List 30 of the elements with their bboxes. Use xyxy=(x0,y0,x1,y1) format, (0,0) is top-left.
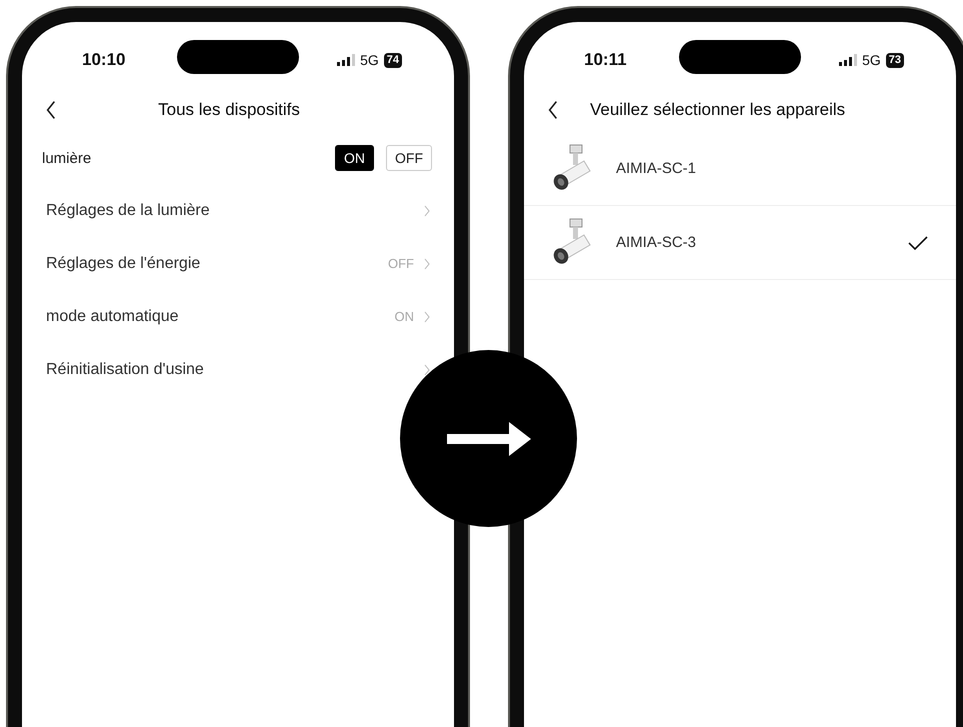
network-label: 5G xyxy=(360,52,379,68)
chevron-right-icon xyxy=(424,310,430,322)
chevron-right-icon xyxy=(424,204,430,216)
signal-icon xyxy=(337,54,356,66)
chevron-right-icon xyxy=(424,258,430,270)
device-name[interactable]: AIMIA-SC-3 xyxy=(616,234,886,251)
screen-title: Tous les dispositifs xyxy=(157,100,301,120)
setting-label[interactable]: Réglages de la lumière xyxy=(46,202,210,220)
setting-label[interactable]: mode automatique xyxy=(46,308,179,326)
chevron-right-icon xyxy=(424,364,430,376)
back-icon xyxy=(548,100,558,120)
setting-label: lumière xyxy=(42,150,92,166)
setting-value: ON xyxy=(394,309,414,324)
back-button[interactable] xyxy=(548,100,558,120)
back-button[interactable] xyxy=(46,100,56,120)
battery-indicator: 74 xyxy=(384,52,402,68)
battery-indicator: 73 xyxy=(886,52,904,68)
setting-label[interactable]: Réglages de l'énergie xyxy=(46,254,200,272)
setting-label[interactable]: Réinitialisation d'usine xyxy=(46,360,204,378)
arrow-icon xyxy=(446,422,530,456)
status-time: 10:11 xyxy=(584,50,627,70)
device-name[interactable]: AIMIA-SC-1 xyxy=(616,160,928,177)
back-icon xyxy=(46,100,56,120)
toggle-option[interactable]: ON xyxy=(335,145,374,171)
signal-icon xyxy=(839,54,858,66)
network-label: 5G xyxy=(862,52,881,68)
status-time: 10:10 xyxy=(82,50,126,70)
setting-value: OFF xyxy=(388,256,414,271)
toggle-option[interactable]: OFF xyxy=(386,145,432,171)
screen-title: Veuillez sélectionner les appareils xyxy=(589,100,846,120)
